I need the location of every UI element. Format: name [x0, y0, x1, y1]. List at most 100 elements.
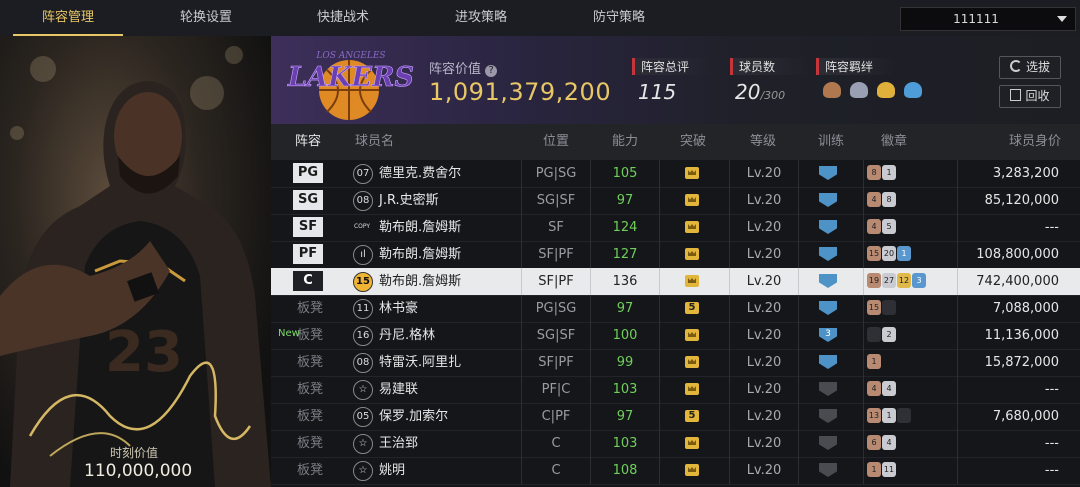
crown-icon: [685, 383, 699, 395]
bond-icon[interactable]: [823, 82, 841, 98]
tab-defense[interactable]: 防守策略: [564, 0, 674, 34]
badge-icon[interactable]: 1: [867, 462, 881, 477]
training-shield-icon[interactable]: [819, 247, 837, 261]
tab-offense[interactable]: 进攻策略: [426, 0, 536, 34]
player-ability: 99: [616, 355, 634, 370]
table-row[interactable]: C 15 勒布朗.詹姆斯 SF|PF 136 Lv.20 742,400,000 19 27 12…: [271, 268, 1080, 296]
badge-icon[interactable]: 3: [912, 273, 926, 288]
account-dropdown[interactable]: 111111: [900, 7, 1076, 31]
table-row[interactable]: SF COPY 勒布朗.詹姆斯 SF 124 Lv.20 --- 4 5: [271, 214, 1080, 242]
col-badges[interactable]: 徽章: [881, 124, 907, 160]
column-divider: [957, 457, 958, 484]
badge-icon[interactable]: 6: [867, 435, 881, 450]
badge-icon[interactable]: 13: [867, 408, 881, 423]
badge-list: 45: [867, 219, 897, 236]
training-shield-icon[interactable]: [819, 382, 837, 396]
training-shield-icon[interactable]: [819, 409, 837, 423]
badge-icon[interactable]: 1: [882, 408, 896, 423]
training-shield-icon[interactable]: [819, 436, 837, 450]
badge-icon[interactable]: 20: [882, 246, 896, 261]
col-lineup: 阵容: [295, 134, 322, 149]
table-row[interactable]: 板凳 ☆ 姚明 C 108 Lv.20 --- 1 11: [271, 457, 1080, 485]
table-row[interactable]: PG 07 德里克.费舍尔 PG|SG 105 Lv.20 3,283,200 8 1: [271, 160, 1080, 188]
jersey-number-icon: COPY: [353, 223, 371, 230]
badge-icon[interactable]: 12: [897, 273, 911, 288]
player-ability: 97: [616, 193, 634, 208]
col-ability[interactable]: 能力: [612, 124, 638, 160]
player-position: SF|PF: [538, 274, 574, 289]
select-button[interactable]: 选拔: [999, 56, 1061, 79]
jersey-number-icon: 07: [353, 164, 373, 184]
badge-icon[interactable]: 15: [867, 300, 881, 315]
rating-label: 阵容总评: [632, 58, 711, 75]
tab-quick-tactics[interactable]: 快捷战术: [288, 0, 398, 34]
table-row[interactable]: 板凳 ☆ 王治郅 C 103 Lv.20 --- 6 4: [271, 430, 1080, 458]
badge-icon[interactable]: 2: [882, 327, 896, 342]
bond-icon[interactable]: [850, 82, 869, 98]
training-shield-icon[interactable]: [819, 274, 837, 288]
badge-icon[interactable]: 4: [867, 219, 881, 234]
crown-icon: [685, 221, 699, 233]
player-position: SF: [548, 220, 564, 235]
table-row[interactable]: PF ıl 勒布朗.詹姆斯 SF|PF 127 Lv.20 108,800,000 15 20 1: [271, 241, 1080, 269]
table-row[interactable]: 板凳 05 保罗.加索尔 C|PF 97 Lv.20 7,680,000 5 13 1: [271, 403, 1080, 431]
badge-icon[interactable]: 8: [882, 192, 896, 207]
col-training[interactable]: 训练: [818, 124, 844, 160]
badge-icon[interactable]: 4: [882, 435, 896, 450]
table-row[interactable]: 板凳 08 特雷沃.阿里扎 SF|PF 99 Lv.20 15,872,000 1: [271, 349, 1080, 377]
column-divider: [659, 349, 660, 376]
bond-icon[interactable]: [877, 82, 896, 98]
column-divider: [729, 241, 730, 268]
badge-icon[interactable]: 4: [867, 381, 881, 396]
column-divider: [521, 268, 522, 295]
training-shield-icon[interactable]: 3: [819, 328, 837, 342]
badge-icon[interactable]: 8: [867, 165, 881, 180]
table-row[interactable]: 板凳 11 林书豪 PG|SG 97 Lv.20 7,088,000 5 15: [271, 295, 1080, 323]
tab-lineup[interactable]: 阵容管理: [13, 0, 123, 36]
badge-icon[interactable]: 4: [867, 192, 881, 207]
training-shield-icon[interactable]: [819, 355, 837, 369]
badge-icon[interactable]: 5: [882, 219, 896, 234]
player-name: 勒布朗.詹姆斯: [379, 274, 462, 289]
player-ability: 124: [612, 220, 638, 235]
jersey-number-icon: ☆: [353, 380, 373, 400]
crown-icon: [685, 329, 699, 341]
column-divider: [863, 295, 864, 322]
badge-icon[interactable]: [882, 300, 896, 315]
player-level: Lv.20: [746, 355, 782, 370]
training-shield-icon[interactable]: [819, 220, 837, 234]
badge-icon[interactable]: 19: [867, 273, 881, 288]
badge-icon[interactable]: 4: [882, 381, 896, 396]
badge-icon[interactable]: [867, 327, 881, 342]
player-name: J.R.史密斯: [379, 193, 439, 208]
badge-icon[interactable]: 15: [867, 246, 881, 261]
training-shield-icon[interactable]: [819, 193, 837, 207]
recycle-button[interactable]: 回收: [999, 85, 1061, 108]
badge-icon[interactable]: 1: [882, 165, 896, 180]
training-shield-icon[interactable]: [819, 301, 837, 315]
player-value: 85,120,000: [984, 193, 1059, 208]
column-divider: [521, 403, 522, 430]
column-divider: [521, 295, 522, 322]
player-ability: 105: [612, 166, 638, 181]
column-divider: [659, 457, 660, 484]
jersey-number-icon: 05: [353, 407, 373, 427]
tab-rotation[interactable]: 轮换设置: [151, 0, 261, 34]
player-level: Lv.20: [746, 463, 782, 478]
column-divider: [590, 241, 591, 268]
col-level[interactable]: 等级: [750, 124, 776, 160]
badge-icon[interactable]: 27: [882, 273, 896, 288]
table-row[interactable]: 板凳 16 丹尼.格林 SG|SF 100 Lv.20 11,136,000 3 2: [271, 322, 1080, 350]
badge-icon[interactable]: [897, 408, 911, 423]
col-value[interactable]: 球员身价: [1009, 124, 1061, 160]
bond-icon[interactable]: [904, 82, 923, 98]
training-shield-icon[interactable]: [819, 463, 837, 477]
col-breakthrough[interactable]: 突破: [680, 124, 706, 160]
table-row[interactable]: SG 08 J.R.史密斯 SG|SF 97 Lv.20 85,120,000 4 8: [271, 187, 1080, 215]
badge-icon[interactable]: 11: [882, 462, 896, 477]
badge-icon[interactable]: 1: [867, 354, 881, 369]
training-shield-icon[interactable]: [819, 166, 837, 180]
help-icon[interactable]: ?: [485, 65, 498, 77]
badge-icon[interactable]: 1: [897, 246, 911, 261]
table-row[interactable]: 板凳 ☆ 易建联 PF|C 103 Lv.20 --- 4 4: [271, 376, 1080, 404]
